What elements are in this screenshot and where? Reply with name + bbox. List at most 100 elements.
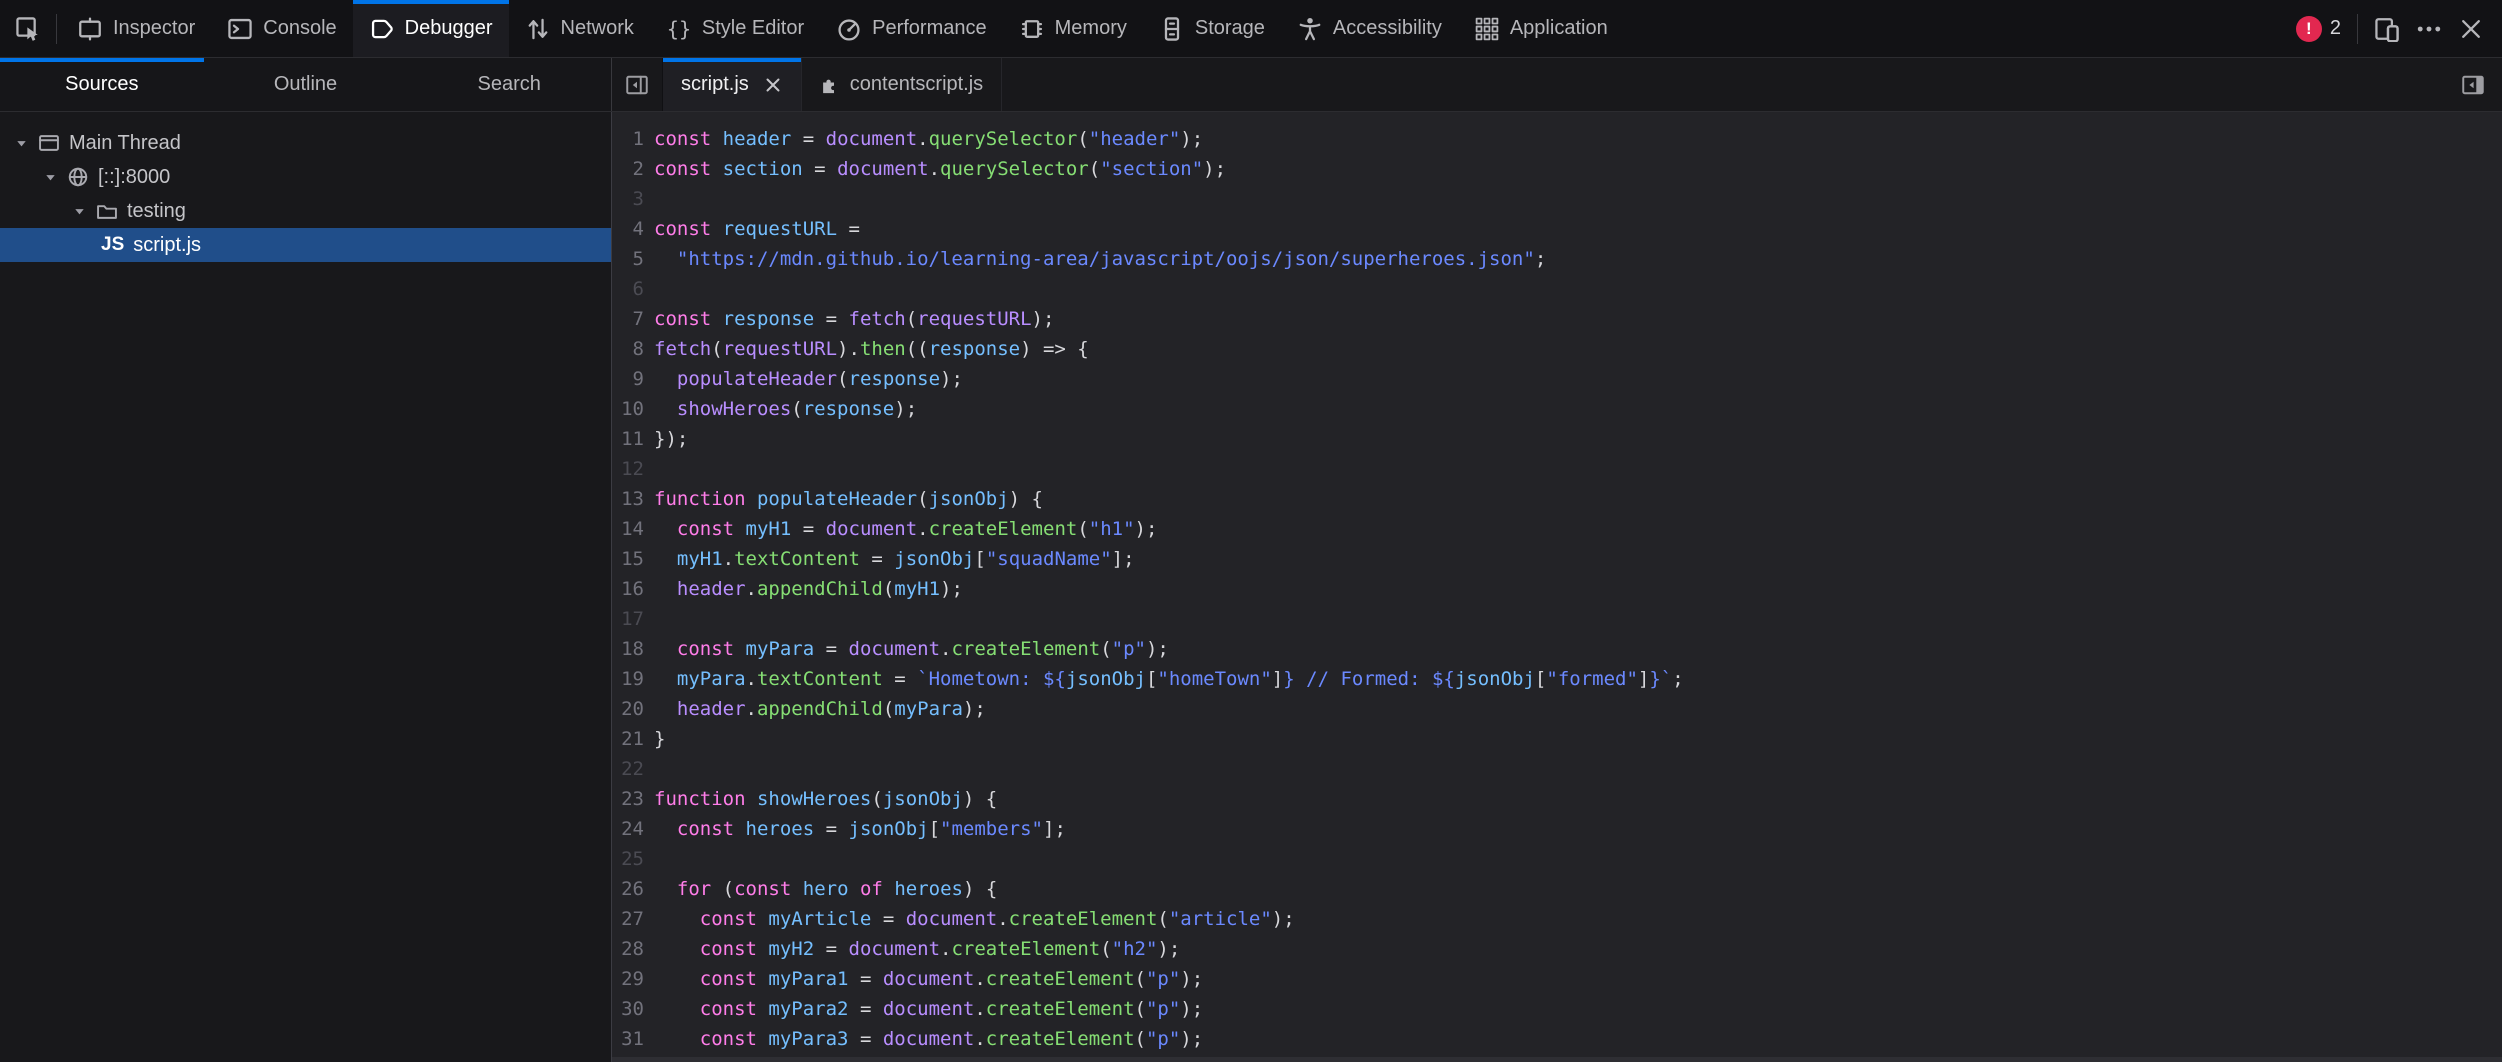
toolbox-meatball-menu-button[interactable] <box>2416 16 2442 42</box>
code-token: ( <box>1157 908 1168 930</box>
line-number[interactable]: 10 <box>612 394 644 424</box>
line-number[interactable]: 12 <box>612 454 644 484</box>
line-number[interactable]: 3 <box>612 184 644 214</box>
toolbox-tab-memory[interactable]: Memory <box>1003 0 1143 57</box>
line-number[interactable]: 1 <box>612 124 644 154</box>
toolbox-tab-inspector[interactable]: Inspector <box>61 0 211 57</box>
expand-caret-icon[interactable] <box>72 204 87 219</box>
code-token <box>734 518 745 540</box>
code-token: = <box>860 548 894 570</box>
line-number[interactable]: 6 <box>612 274 644 304</box>
toolbox-controls: ! 2 <box>2278 0 2502 57</box>
error-count: 2 <box>2330 17 2341 40</box>
line-number[interactable]: 11 <box>612 424 644 454</box>
error-count-badge[interactable]: ! 2 <box>2296 16 2341 42</box>
toolbox-tab-performance[interactable]: Performance <box>820 0 1003 57</box>
tree-item-testing[interactable]: testing <box>0 194 611 228</box>
code-text: const response = fetch(requestURL); <box>644 304 1054 334</box>
tree-item-main-thread[interactable]: Main Thread <box>0 126 611 160</box>
toolbox-tab-storage[interactable]: Storage <box>1143 0 1281 57</box>
code-text: } <box>644 724 665 754</box>
line-number[interactable]: 17 <box>612 604 644 634</box>
line-number[interactable]: 13 <box>612 484 644 514</box>
line-number[interactable]: 31 <box>612 1024 644 1054</box>
tree-item-script.js[interactable]: JSscript.js <box>0 228 611 262</box>
line-number[interactable]: 25 <box>612 844 644 874</box>
code-token: section <box>723 158 803 180</box>
expand-caret-icon[interactable] <box>14 136 29 151</box>
line-number[interactable]: 7 <box>612 304 644 334</box>
code-token: ) { <box>963 878 997 900</box>
line-number[interactable]: 15 <box>612 544 644 574</box>
code-token: ) { <box>1009 488 1043 510</box>
line-number[interactable]: 22 <box>612 754 644 784</box>
code-token <box>734 818 745 840</box>
close-tab-button[interactable] <box>763 75 783 95</box>
code-line: 12 <box>612 454 2502 484</box>
code-token: ); <box>940 368 963 390</box>
code-token: header <box>723 128 792 150</box>
code-token: ); <box>1032 308 1055 330</box>
line-number[interactable]: 2 <box>612 154 644 184</box>
code-token: ); <box>1203 158 1226 180</box>
panel-tab-label: Outline <box>274 73 337 96</box>
code-line: 27 const myArticle = document.createElem… <box>612 904 2502 934</box>
code-token: populateHeader <box>677 368 837 390</box>
tree-item-8000[interactable]: [::]:8000 <box>0 160 611 194</box>
collapse-sources-pane-button[interactable] <box>612 58 662 111</box>
toolbox-tab-debugger[interactable]: Debugger <box>353 0 509 57</box>
toolbox-tab-accessibility[interactable]: Accessibility <box>1281 0 1458 57</box>
code-token: . <box>746 578 757 600</box>
line-number[interactable]: 30 <box>612 994 644 1024</box>
sources-panel-tab-search[interactable]: Search <box>407 58 611 111</box>
source-tab-script-js[interactable]: script.js <box>662 58 802 111</box>
line-number[interactable]: 21 <box>612 724 644 754</box>
line-number[interactable]: 28 <box>612 934 644 964</box>
horizontal-scrollbar[interactable] <box>612 1057 2502 1062</box>
line-number[interactable]: 26 <box>612 874 644 904</box>
line-number[interactable]: 18 <box>612 634 644 664</box>
code-token: . <box>746 698 757 720</box>
code-line: 30 const myPara2 = document.createElemen… <box>612 994 2502 1024</box>
toolbox-tab-style-editor[interactable]: {}Style Editor <box>650 0 820 57</box>
code-token: ( <box>1135 1028 1146 1050</box>
line-number[interactable]: 16 <box>612 574 644 604</box>
close-icon <box>763 75 783 95</box>
pick-element-button[interactable] <box>0 0 56 57</box>
toolbox-tab-network[interactable]: Network <box>509 0 650 57</box>
expand-caret-icon[interactable] <box>43 170 58 185</box>
code-token <box>654 968 700 990</box>
line-number[interactable]: 24 <box>612 814 644 844</box>
toolbox-tab-label: Inspector <box>113 17 195 40</box>
code-token: requestURL <box>723 218 837 240</box>
line-number[interactable]: 20 <box>612 694 644 724</box>
collapse-right-pane-button[interactable] <box>2444 58 2502 111</box>
line-number[interactable]: 19 <box>612 664 644 694</box>
code-token: jsonObj <box>894 548 974 570</box>
line-number[interactable]: 29 <box>612 964 644 994</box>
line-number[interactable]: 9 <box>612 364 644 394</box>
code-editor[interactable]: 1const header = document.querySelector("… <box>612 112 2502 1062</box>
code-token: ]; <box>1112 548 1135 570</box>
line-number[interactable]: 23 <box>612 784 644 814</box>
toolbox-tab-application[interactable]: Application <box>1458 0 1624 57</box>
line-number[interactable]: 8 <box>612 334 644 364</box>
line-number[interactable]: 4 <box>612 214 644 244</box>
line-number[interactable]: 14 <box>612 514 644 544</box>
line-number[interactable]: 27 <box>612 904 644 934</box>
source-tab-contentscript-js[interactable]: contentscript.js <box>802 58 1002 111</box>
sources-panel-tab-outline[interactable]: Outline <box>204 58 408 111</box>
close-toolbox-button[interactable] <box>2458 16 2484 42</box>
code-text: const requestURL = <box>644 214 860 244</box>
code-line: 3 <box>612 184 2502 214</box>
code-line: 9 populateHeader(response); <box>612 364 2502 394</box>
code-token: ; <box>1672 668 1683 690</box>
toolbox-tab-console[interactable]: Console <box>211 0 352 57</box>
line-number[interactable]: 5 <box>612 244 644 274</box>
code-token: [ <box>974 548 985 570</box>
code-token: const <box>654 308 711 330</box>
sources-panel-tab-sources[interactable]: Sources <box>0 58 204 111</box>
code-token: ( <box>711 338 722 360</box>
code-token: ); <box>1146 638 1169 660</box>
responsive-design-mode-button[interactable] <box>2374 16 2400 42</box>
